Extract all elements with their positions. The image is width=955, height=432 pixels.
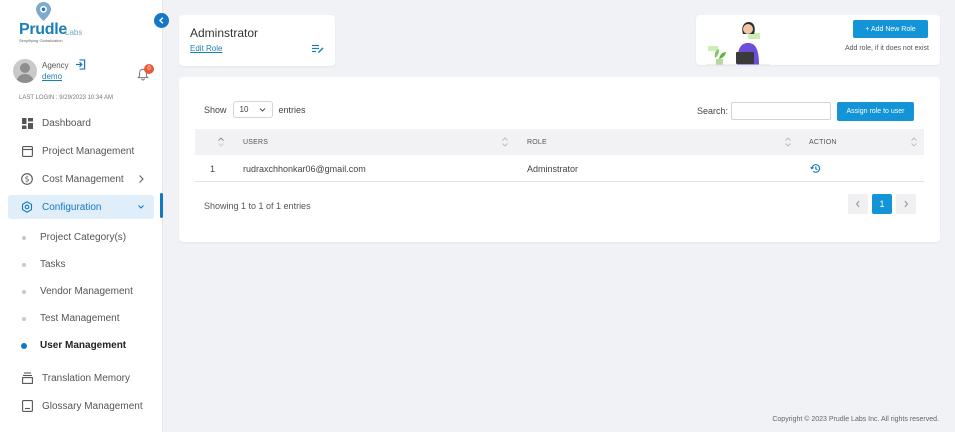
footer-copyright: Copyright © 2023 Prudle Labs Inc. All ri…: [772, 416, 939, 423]
sidebar-subitem-project-category[interactable]: Project Category(s): [22, 232, 126, 243]
add-new-role-button[interactable]: + Add New Role: [853, 20, 928, 38]
page-length-control: Show 10 entries: [204, 101, 306, 118]
glossary-icon: [20, 399, 34, 413]
sidebar-subitem-tasks[interactable]: Tasks: [22, 259, 66, 270]
sort-icon[interactable]: [218, 136, 224, 148]
sidebar: Prudle Labs Simplifying Globalization Ag…: [0, 0, 163, 432]
user-name-link[interactable]: demo: [42, 72, 62, 81]
sidebar-item-label: Dashboard: [42, 117, 91, 129]
sidebar-item-translation-memory[interactable]: Translation Memory: [8, 366, 154, 390]
page-title: Adminstrator: [190, 26, 259, 40]
show-label: Show: [204, 104, 227, 115]
chevron-left-icon: [158, 17, 164, 24]
column-header-role[interactable]: ROLE: [527, 129, 547, 155]
row-index: 1: [210, 163, 216, 174]
row-role: Adminstrator: [527, 163, 579, 174]
logout-icon[interactable]: [75, 59, 86, 70]
location-pin-icon: [36, 2, 51, 21]
search-input[interactable]: [731, 102, 831, 120]
bullet-icon: [21, 342, 27, 349]
add-role-hint: Add role, if it does not exist: [844, 45, 929, 52]
table-row: 1 rudraxchhonkar06@gmail.com Adminstrato…: [195, 155, 924, 182]
prudle-logo[interactable]: Prudle Labs Simplifying Globalization: [19, 2, 89, 44]
sort-icon[interactable]: [785, 136, 791, 148]
sort-icon[interactable]: [911, 136, 917, 148]
sidebar-item-glossary-management[interactable]: Glossary Management: [8, 394, 154, 418]
sidebar-subitem-label: Project Category(s): [40, 232, 127, 243]
user-role: Agency: [42, 61, 69, 70]
chevron-down-icon: [259, 108, 265, 112]
role-title-card: Adminstrator Edit Role: [179, 15, 335, 66]
sidebar-subitem-user-management[interactable]: User Management: [21, 340, 127, 351]
search-label: Search:: [697, 106, 729, 116]
memory-icon: [20, 371, 34, 385]
page-button[interactable]: 1: [872, 194, 892, 214]
sidebar-item-project-management[interactable]: Project Management: [8, 139, 154, 163]
avatar[interactable]: [13, 59, 37, 83]
bullet-icon: [22, 316, 26, 321]
bullet-icon: [22, 235, 26, 240]
sidebar-subitem-test-management[interactable]: Test Management: [22, 313, 120, 324]
sidebar-item-label: Configuration: [42, 201, 102, 213]
chevron-left-icon: [855, 200, 860, 208]
bullet-icon: [22, 289, 26, 294]
sidebar-item-cost-management[interactable]: $ Cost Management: [8, 167, 154, 191]
column-header-action[interactable]: ACTION: [809, 129, 837, 155]
person-laptop-illustration: [706, 22, 770, 65]
user-roles-card: Show 10 entries Search: Assign role to u…: [179, 77, 940, 242]
svg-text:$: $: [25, 175, 30, 184]
sort-icon[interactable]: [502, 136, 508, 148]
last-login: LAST LOGIN : 9/29/2023 10:34 AM: [19, 95, 113, 101]
sidebar-item-label: Project Management: [42, 145, 135, 157]
column-header-users[interactable]: USERS: [243, 129, 268, 155]
assign-role-button[interactable]: Assign role to user: [837, 102, 914, 121]
bullet-icon: [22, 262, 26, 267]
table-info: Showing 1 to 1 of 1 entries: [204, 201, 311, 211]
table-header: USERS ROLE ACTION: [195, 129, 924, 155]
sidebar-subitem-vendor-management[interactable]: Vendor Management: [22, 286, 133, 297]
dollar-icon: $: [20, 172, 34, 186]
sidebar-collapse-button[interactable]: [154, 13, 169, 28]
page-length-select[interactable]: 10: [232, 101, 273, 118]
notification-badge: 0: [144, 64, 154, 74]
sidebar-item-dashboard[interactable]: Dashboard: [8, 111, 154, 135]
active-indicator: [160, 193, 163, 218]
chevron-down-icon: [138, 205, 144, 209]
sidebar-item-label: Glossary Management: [42, 400, 143, 412]
previous-page-button[interactable]: [848, 194, 868, 214]
edit-list-icon[interactable]: [312, 44, 324, 54]
user-profile: Agency demo 0: [13, 58, 158, 86]
sidebar-subitem-label: Tasks: [40, 259, 66, 270]
sidebar-item-label: Translation Memory: [42, 372, 130, 384]
row-user-email: rudraxchhonkar06@gmail.com: [243, 163, 366, 174]
next-page-button[interactable]: [896, 194, 916, 214]
sidebar-item-label: Cost Management: [42, 173, 124, 185]
history-icon[interactable]: [810, 163, 821, 174]
project-icon: [20, 144, 34, 158]
chevron-right-icon: [139, 175, 144, 183]
sidebar-subitem-label: Test Management: [40, 313, 120, 324]
page-length-value: 10: [239, 105, 249, 114]
pagination: 1: [844, 194, 916, 214]
gear-icon: [20, 200, 34, 214]
brand-suffix: Labs: [65, 28, 83, 37]
sidebar-subitem-label: User Management: [40, 340, 127, 351]
add-role-card: + Add New Role Add role, if it does not …: [696, 15, 940, 65]
entries-label: entries: [278, 104, 306, 115]
sidebar-item-configuration[interactable]: Configuration: [8, 195, 154, 219]
brand-name: Prudle: [19, 21, 67, 38]
dashboard-icon: [20, 116, 34, 130]
edit-role-link[interactable]: Edit Role: [190, 44, 222, 53]
chevron-right-icon: [904, 200, 909, 208]
sidebar-subitem-label: Vendor Management: [40, 286, 133, 297]
brand-tagline: Simplifying Globalization: [19, 38, 63, 43]
